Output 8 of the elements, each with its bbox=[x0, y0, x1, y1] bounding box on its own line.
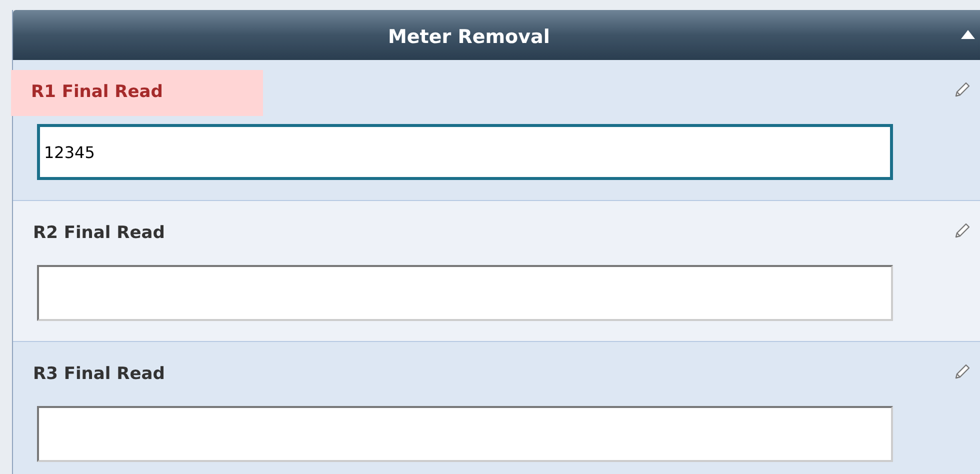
collapse-icon[interactable] bbox=[960, 28, 976, 40]
reading-input[interactable] bbox=[37, 265, 893, 321]
field-label: R3 Final Read bbox=[32, 363, 166, 386]
field-label: R1 Final Read bbox=[11, 70, 263, 116]
panel-title: Meter Removal bbox=[388, 25, 550, 50]
field-label: R2 Final Read bbox=[32, 222, 166, 246]
reading-input[interactable]: 12345 bbox=[37, 124, 893, 180]
reading-input[interactable] bbox=[37, 406, 893, 462]
